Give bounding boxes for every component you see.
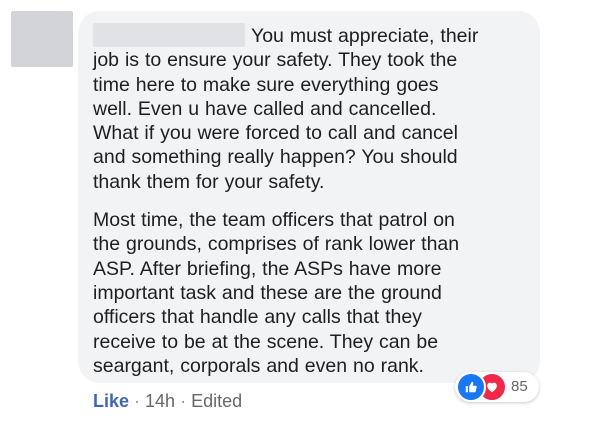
comment-bubble: You must appreciate, their job is to ens… — [78, 11, 540, 383]
separator-dot: · — [180, 391, 187, 411]
avatar[interactable] — [11, 11, 73, 67]
comment-text-1: You must appreciate, their job is to ens… — [93, 25, 479, 193]
comment-paragraph: Most time, the team officers that patrol… — [93, 208, 526, 378]
author-name-redacted[interactable] — [93, 23, 245, 47]
reactions-summary[interactable]: 85 — [455, 372, 539, 402]
comment-timestamp[interactable]: 14h — [145, 391, 175, 412]
thumbs-up-icon — [456, 372, 486, 402]
comment-text-2: Most time, the team officers that patrol… — [93, 209, 460, 377]
comment-actions: Like · 14h · Edited — [93, 391, 242, 412]
separator-dot: · — [134, 391, 141, 411]
comment-paragraph: You must appreciate, their job is to ens… — [93, 23, 526, 194]
like-button[interactable]: Like — [93, 391, 129, 412]
edited-label[interactable]: Edited — [191, 391, 242, 412]
reaction-count: 85 — [511, 378, 528, 395]
